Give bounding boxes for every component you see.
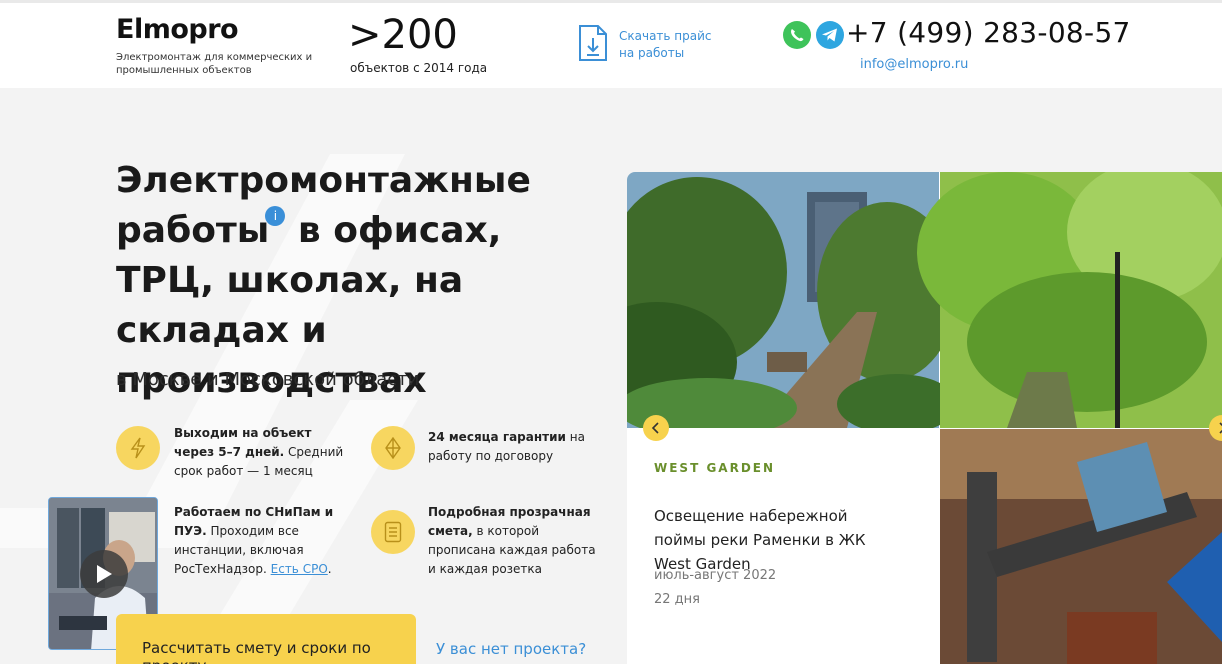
hero-subtitle: в Москве и Московской области — [116, 369, 420, 390]
logo[interactable]: Elmopro — [116, 14, 239, 45]
whatsapp-icon[interactable] — [782, 20, 812, 50]
west-garden-logo: WEST GARDEN — [654, 461, 776, 475]
logo-tagline: Электромонтаж для коммерческих и промышл… — [116, 52, 313, 76]
feature-standards: Работаем по СНиПам и ПУЭ. Проходим все и… — [174, 505, 334, 576]
chevron-right-icon — [1219, 422, 1222, 434]
calculate-estimate-button[interactable]: Рассчитать смету и сроки по проекту — [116, 614, 416, 664]
project-date: июль-август 2022 — [654, 568, 777, 583]
play-button[interactable] — [80, 550, 128, 598]
sro-link[interactable]: Есть СРО — [271, 562, 328, 576]
download-price-link[interactable]: Скачать прайс на работы — [619, 28, 729, 62]
email-link[interactable]: info@elmopro.ru — [860, 57, 968, 72]
feature-fast-start: Выходим на объект через 5–7 дней. Средни… — [174, 426, 344, 478]
site-header: Elmopro Электромонтаж для коммерческих и… — [0, 0, 1222, 88]
project-title[interactable]: Освещение набережной поймы реки Раменки … — [654, 504, 894, 576]
feature-warranty: 24 месяца гарантии на работу по договору — [428, 430, 585, 463]
objects-count-label: объектов с 2014 года — [350, 61, 488, 75]
telegram-icon[interactable] — [815, 20, 845, 50]
play-icon — [97, 565, 112, 583]
project-duration: 22 дня — [654, 592, 700, 607]
diamond-icon — [371, 426, 415, 470]
info-icon[interactable]: i — [265, 206, 286, 226]
project-card[interactable]: WEST GARDEN Освещение набережной поймы р… — [627, 428, 939, 664]
project-gallery: WEST GARDEN Освещение набережной поймы р… — [627, 172, 1222, 664]
feature-estimate: Подробная прозрачная смета, в которой пр… — [428, 505, 596, 576]
no-project-link[interactable]: У вас нет проекта? — [436, 640, 586, 658]
chevron-left-icon — [651, 422, 659, 434]
objects-count: >200 — [348, 12, 458, 58]
gallery-prev-button[interactable] — [643, 415, 669, 441]
lightning-icon — [116, 426, 160, 470]
download-document-icon[interactable] — [578, 24, 608, 62]
document-list-icon — [371, 510, 415, 554]
phone-number[interactable]: +7 (499) 283-08-57 — [846, 16, 1131, 49]
top-line — [0, 0, 1222, 3]
